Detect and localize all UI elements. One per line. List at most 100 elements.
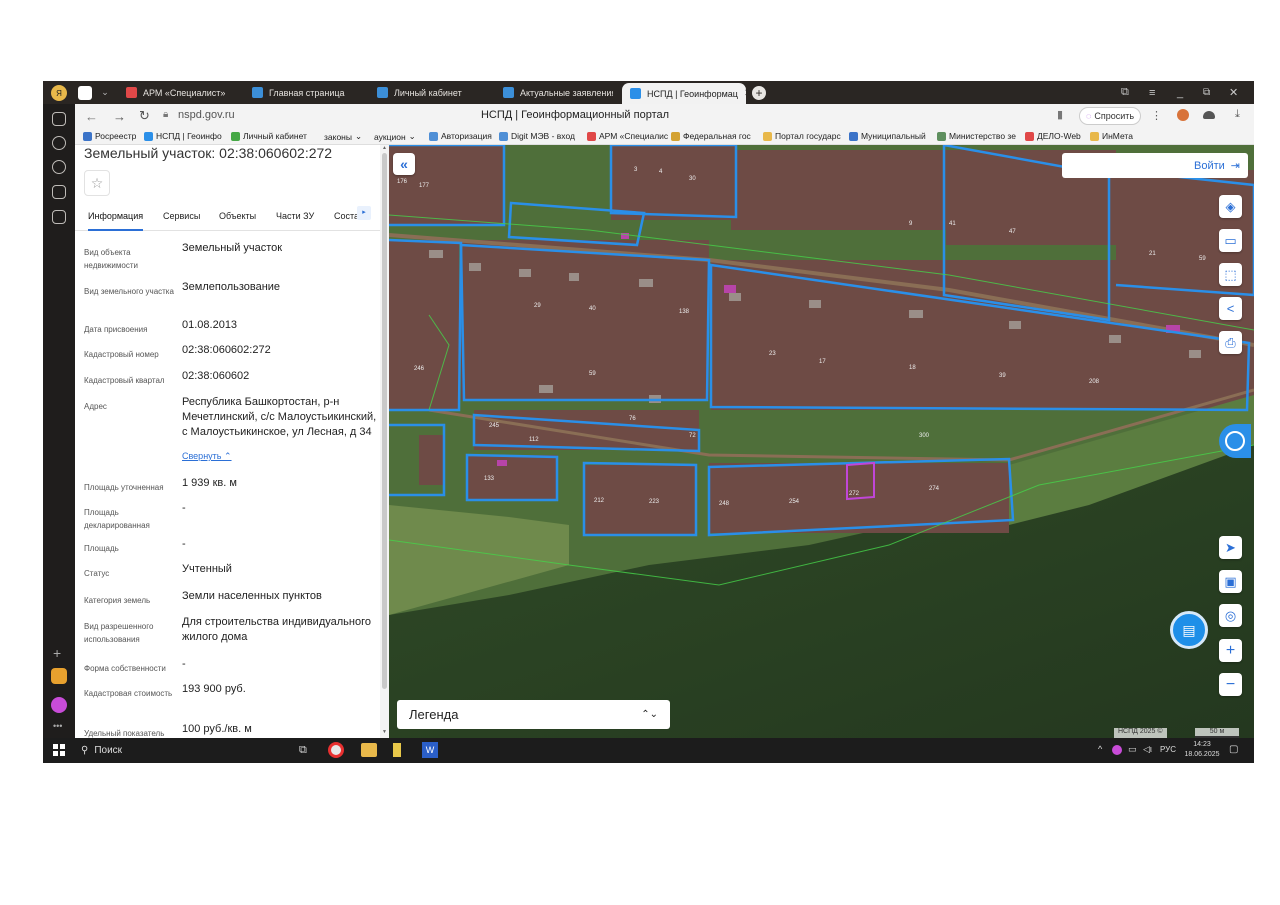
map-view[interactable]: 176 177 3 4 30 9 41 47 21 59 29 40 138 23 17 18 39 20… [389, 145, 1254, 738]
notes-icon[interactable] [52, 185, 66, 199]
browser-tab[interactable]: Главная страница [244, 81, 362, 104]
minimap-icon[interactable]: ▣ [1219, 570, 1242, 593]
scroll-down-icon[interactable]: ▼ [382, 729, 387, 735]
bookmark-favicon-icon [763, 131, 772, 141]
svg-text:41: 41 [949, 221, 956, 227]
bookmark-item[interactable]: Росреестр [83, 131, 136, 141]
bookmark-item[interactable]: Министерство зе [937, 131, 1016, 141]
panel-tab[interactable]: Сервисы [163, 211, 200, 229]
close-window-icon[interactable]: ✕ [1229, 81, 1238, 104]
bookmark-item[interactable]: Портал государс [763, 131, 841, 141]
browser-tab[interactable]: Личный кабинет [369, 81, 487, 104]
bookmark-window-icon[interactable]: ⧉ [1121, 81, 1129, 104]
attribution: НСПД 2025 © [1114, 728, 1167, 738]
mail-icon[interactable] [51, 668, 67, 684]
minimize-icon[interactable]: _ [1177, 81, 1183, 104]
bookmark-item[interactable]: Федеральная гос [671, 131, 751, 141]
zoom-in-button[interactable]: + [1219, 639, 1242, 662]
side-widget-button[interactable] [1219, 424, 1251, 458]
bookmark-item[interactable]: законы ⌄ [324, 131, 362, 142]
bookmark-label: Росреестр [95, 131, 137, 141]
layers-icon[interactable]: ◈ [1219, 195, 1242, 218]
tray-chevron-icon[interactable]: ^ [1098, 744, 1102, 754]
bookmark-item[interactable]: Авторизация [429, 131, 492, 141]
satellite-map[interactable]: 1761773 4 309 4147 215929 40 138231718 3920… [389, 145, 1254, 738]
bookmark-favicon-icon [499, 131, 508, 141]
restore-icon[interactable]: ⧉ [1203, 81, 1210, 104]
volume-icon[interactable]: ◁ι [1143, 744, 1152, 755]
bookmark-item[interactable]: ДЕЛО-Web [1025, 131, 1081, 141]
close-tab-icon[interactable]: ✕ [744, 88, 746, 99]
panel-tab[interactable]: Объекты [219, 211, 256, 229]
geolocation-icon[interactable]: ◎ [1219, 604, 1242, 627]
ruler-icon[interactable]: ▭ [1219, 229, 1242, 252]
panel-tab[interactable]: Информация [88, 211, 144, 231]
scroll-up-icon[interactable]: ▲ [382, 145, 387, 151]
chevron-up-icon: ⌃ [221, 451, 232, 461]
field-label: Категория земель [84, 596, 151, 605]
more-vert-icon[interactable]: ⋮ [1151, 109, 1162, 122]
tabs-panel-icon[interactable] [52, 112, 66, 126]
locate-icon[interactable]: ➤ [1219, 536, 1242, 559]
notifications-icon[interactable]: ▢ [1229, 744, 1238, 755]
yandex-browser-taskbar-icon[interactable] [328, 742, 344, 758]
ask-button[interactable]: ◌ Спросить [1079, 107, 1142, 125]
select-area-icon[interactable]: ⬚ [1219, 263, 1242, 286]
login-button[interactable]: Войти ⇥ [1062, 153, 1248, 178]
download-icon[interactable]: ⤓ [1235, 108, 1240, 121]
browser-tab[interactable]: НСПД | Геоинформац ✕ [622, 83, 746, 104]
bookmark-favicon-icon [671, 131, 680, 141]
bookmark-item[interactable]: НСПД | Геоинфо [144, 131, 222, 141]
bookmark-icon[interactable]: ▮ [1057, 108, 1063, 121]
menu-icon[interactable]: ≡ [1149, 81, 1155, 104]
panel-scroll-thumb[interactable] [382, 153, 387, 689]
history-icon[interactable] [52, 136, 66, 150]
clock[interactable]: 14:23 18.06.2025 [1181, 740, 1223, 760]
media-icon[interactable] [52, 160, 66, 174]
bookmark-label: Личный кабинет [243, 131, 307, 141]
tabs-scroll-right-icon[interactable]: ▸ [357, 206, 371, 220]
field-label: Площадь [84, 544, 119, 553]
notes-taskbar-icon[interactable] [393, 743, 401, 757]
legend-dropdown[interactable]: Легенда ⌃⌄ [397, 700, 670, 729]
tab-groups-icon[interactable] [75, 81, 95, 104]
tray-app-icon[interactable] [1112, 745, 1122, 755]
collapse-address-link[interactable]: Свернуть ⌃ [182, 451, 232, 462]
bookmark-item[interactable]: Муниципальный [849, 131, 926, 141]
network-icon[interactable]: ▭ [1128, 744, 1137, 755]
explorer-taskbar-icon[interactable] [361, 743, 377, 757]
bookmark-item[interactable]: АРМ «Специалис [587, 131, 668, 141]
chat-bubble-button[interactable]: ▤ [1170, 611, 1208, 649]
bookmark-item[interactable]: аукцион ⌄ [374, 131, 416, 142]
add-panel-icon[interactable]: + [53, 645, 61, 661]
new-tab-button[interactable]: + [751, 81, 767, 104]
panel-scrollbar[interactable]: ▲ ▼ [380, 145, 389, 738]
yandex-logo[interactable]: Я [47, 81, 71, 104]
bookmark-item[interactable]: ИнМета [1090, 131, 1133, 141]
bookmark-item[interactable]: Digit МЭВ - вход [499, 131, 575, 141]
print-icon[interactable]: ⎙ [1219, 331, 1242, 354]
browser-tab[interactable]: АРМ «Специалист» [118, 81, 236, 104]
zoom-out-button[interactable]: − [1219, 673, 1242, 696]
bookmark-item[interactable]: Личный кабинет [231, 131, 307, 141]
more-icon[interactable]: ••• [53, 721, 62, 731]
collapse-panel-button[interactable]: « [393, 153, 415, 175]
panel-tab[interactable]: Соста [334, 211, 359, 229]
chevron-down-icon[interactable]: ⌄ [99, 81, 111, 104]
panel-tab[interactable]: Части ЗУ [276, 211, 314, 229]
bookmark-label: НСПД | Геоинфо [156, 131, 222, 141]
svg-text:208: 208 [1089, 379, 1100, 385]
task-view-icon[interactable]: ⧉ [299, 744, 307, 757]
word-taskbar-icon[interactable]: W [422, 742, 438, 758]
lang-indicator[interactable]: РУС [1160, 745, 1176, 754]
share-icon[interactable]: < [1219, 297, 1242, 320]
profile-avatar[interactable] [1177, 109, 1189, 121]
svg-text:23: 23 [769, 351, 776, 357]
taskbar-search[interactable]: ⚲ Поиск [73, 738, 283, 763]
start-icon[interactable] [53, 744, 65, 756]
alice-icon[interactable] [51, 697, 67, 713]
favorite-star-icon[interactable]: ☆ [84, 170, 110, 196]
downloads-icon[interactable] [52, 210, 66, 224]
protect-icon[interactable] [1203, 111, 1215, 119]
browser-tab[interactable]: Актуальные заявления [495, 81, 613, 104]
